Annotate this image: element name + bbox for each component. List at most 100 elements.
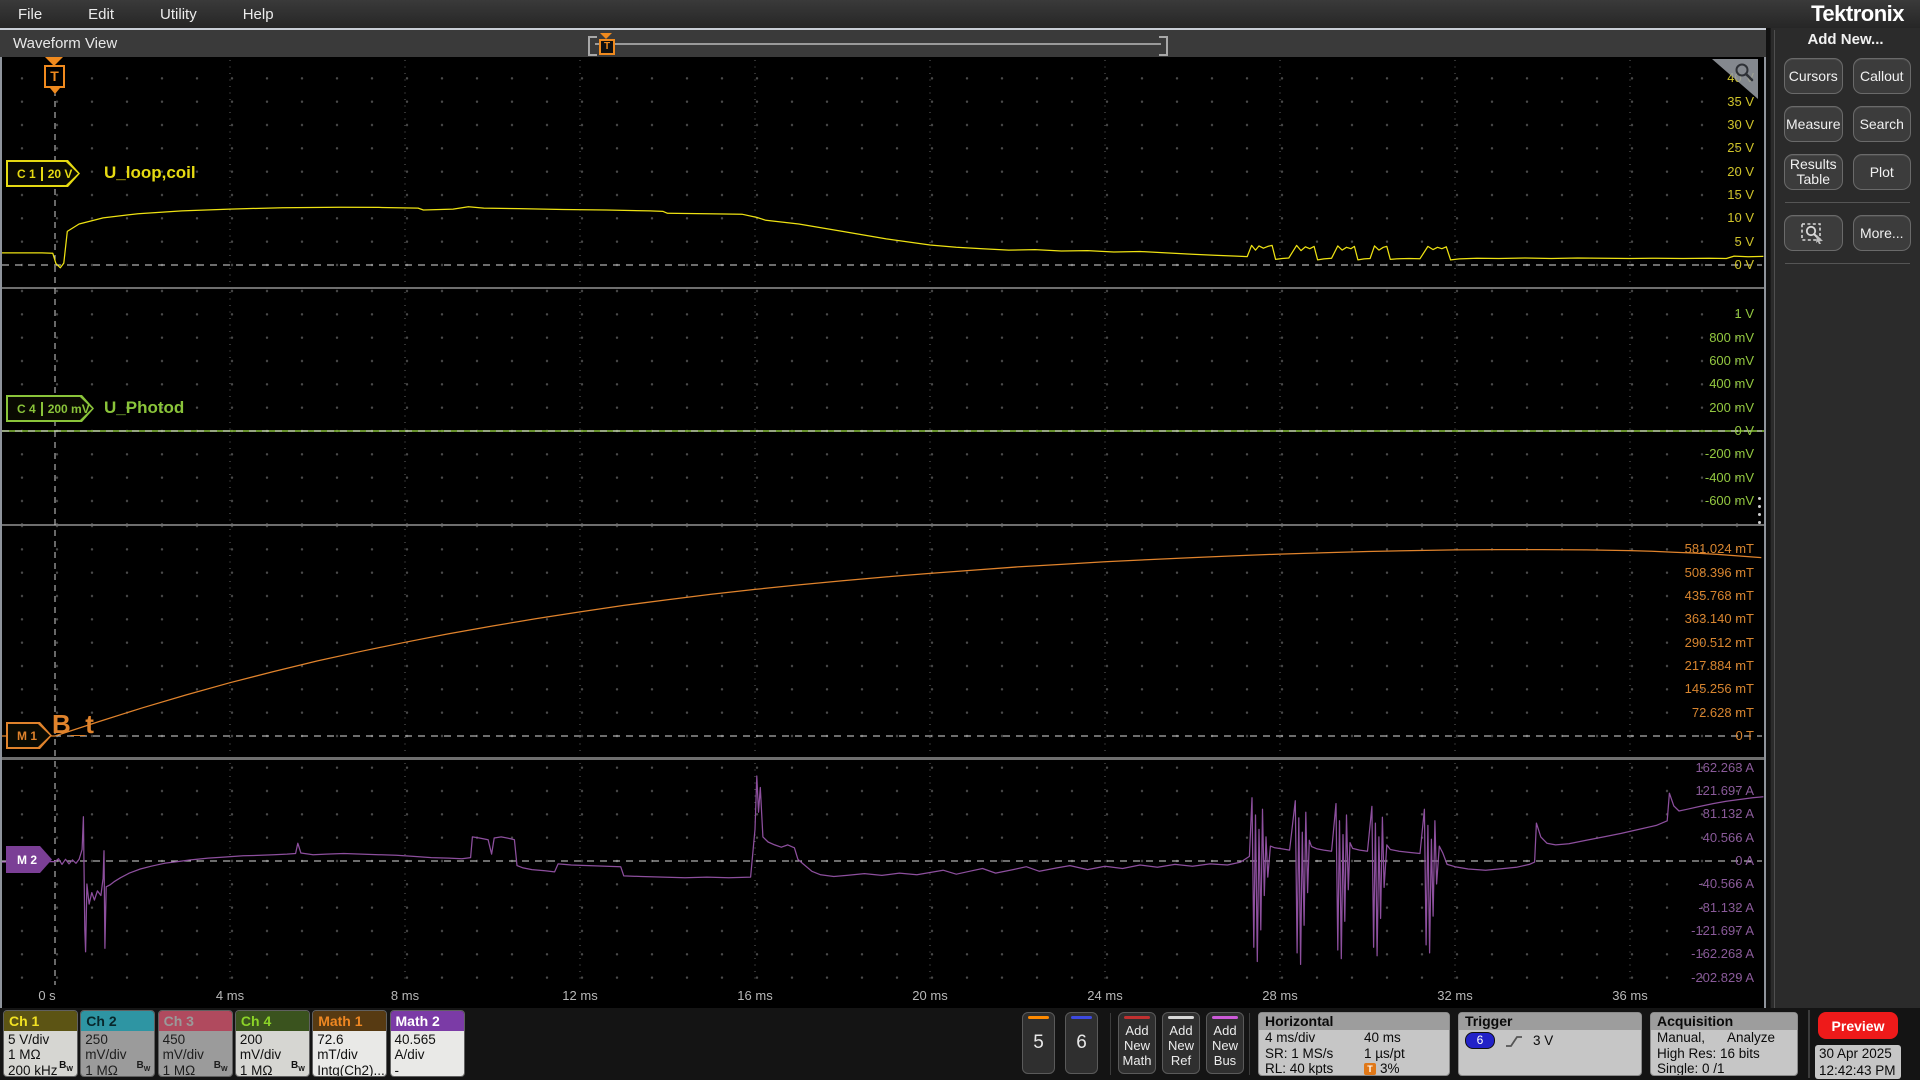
horizontal-panel-value: 1 µs/pt (1364, 1045, 1405, 1061)
time-tick-label: 4 ms (215, 988, 245, 1003)
scale-label-math1: 290.512 mT (1684, 634, 1754, 650)
channel-settings-ch3[interactable]: Ch 3450 mV/div1 MΩ200 kHzBW (157, 1010, 233, 1077)
bandwidth-icon: BW (59, 1059, 73, 1073)
menu-item-help[interactable]: Help (243, 6, 274, 23)
add-new-ref-button[interactable]: Add New Ref (1162, 1012, 1200, 1074)
channel-settings-ch4[interactable]: Ch 4200 mV/div1 MΩ200 kHzBW (234, 1010, 310, 1077)
channel-settings-ch1[interactable]: Ch 15 V/div 1 MΩ 200 kHz BW (3, 1010, 78, 1077)
channel-settings-ch2[interactable]: Ch 2250 mV/div1 MΩ200 kHzBW (80, 1010, 156, 1077)
menu-item-edit[interactable]: Edit (88, 6, 114, 23)
time-label: 12:42:43 PM (1819, 1062, 1896, 1078)
horizontal-panel-value: T 3% (1364, 1061, 1400, 1075)
trigger-t-icon: T (1364, 1062, 1376, 1075)
view-title: Waveform View (13, 35, 118, 52)
acquisition-panel-value: High Res: 16 bits (1657, 1045, 1760, 1061)
add-button-stripe (1212, 1016, 1238, 1019)
add-button-label: Add New Bus (1211, 1022, 1238, 1068)
acquisition-panel-row: Single: 0 /1 (1651, 1061, 1797, 1076)
bandwidth-icon: BW (136, 1059, 151, 1073)
add-new-math-button[interactable]: Add New Math (1118, 1012, 1156, 1074)
channel-setting-line: 5 V/div (8, 1032, 50, 1047)
sidebar-button-measure[interactable]: Measure (1784, 106, 1843, 142)
time-tick-label: 8 ms (390, 988, 420, 1003)
badge-cell: M 1 (17, 728, 38, 743)
scale-label-math1: 508.396 mT (1684, 564, 1754, 580)
waveform-view-titlebar: Waveform View T (0, 28, 1766, 57)
channel-button-5[interactable]: 5 (1022, 1012, 1055, 1074)
rising-edge-icon (1506, 1035, 1522, 1047)
trigger-panel[interactable]: Trigger 6 3 V (1458, 1012, 1642, 1076)
trace-m1 (0, 548, 1762, 737)
sidebar-button-search[interactable]: Search (1852, 106, 1911, 142)
scale-label-math2: -121.697 A (1691, 922, 1754, 938)
horizontal-panel-row: RL: 40 kpts T 3% (1259, 1061, 1449, 1076)
scale-label-math2: 40.566 A (1702, 829, 1754, 845)
scale-label-ch4: 800 mV (1709, 329, 1754, 345)
channel-settings-math2[interactable]: Math 240.565 A/div-Intg(Ch3... (389, 1010, 465, 1077)
scale-label-ch1: 35 V (1727, 93, 1754, 109)
scale-label-math1: 363.140 mT (1684, 611, 1754, 627)
add-new-bus-button[interactable]: Add New Bus (1206, 1012, 1244, 1074)
bottombar-separator (1808, 1010, 1810, 1078)
scale-label-ch1: 20 V (1727, 163, 1754, 179)
scale-label-math1: 581.024 mT (1684, 541, 1754, 557)
scale-label-math1: 0 T (1735, 728, 1754, 743)
horizontal-position-slider[interactable]: T (588, 33, 1168, 56)
menu-bar: File Edit Utility Help (0, 0, 1920, 28)
badge-cell: M 2 (17, 852, 38, 867)
scale-label-ch1: 25 V (1727, 140, 1754, 156)
scale-label-math1: 72.628 mT (1691, 704, 1754, 720)
menu-item-utility[interactable]: Utility (160, 6, 197, 23)
panel-resize-grip[interactable] (1758, 497, 1761, 524)
channel-badge-ch1[interactable]: C 1 20 V (6, 160, 80, 187)
bottombar-vline (1110, 1013, 1111, 1075)
preview-button[interactable]: Preview (1818, 1012, 1898, 1039)
channel-badge-math2[interactable]: M 2 (6, 846, 52, 873)
sidebar-button-plot[interactable]: Plot (1852, 154, 1911, 190)
channel-settings-header: Math 2 (390, 1011, 464, 1031)
scale-label-ch4: 0 V (1734, 423, 1754, 438)
channel-settings-body: 72.6 mT/div Intg(Ch2)... (313, 1031, 387, 1076)
bandwidth-icon: BW (213, 1059, 228, 1073)
plot-right-border (1764, 57, 1766, 1008)
channel-settings-body: 450 mV/div1 MΩ200 kHzBW (158, 1031, 232, 1076)
acquisition-panel[interactable]: Acquisition Manual, Analyze High Res: 16 bi… (1650, 1012, 1798, 1076)
waveform-plot-area[interactable]: T 40 V35 V30 V25 V20 V15 V10 V5 V0 V1 V8… (0, 57, 1766, 1008)
horizontal-panel-value: SR: 1 MS/s (1265, 1045, 1334, 1061)
channel-button-6[interactable]: 6 (1065, 1012, 1098, 1074)
more-button[interactable]: More... (1852, 215, 1911, 251)
scale-label-math1: 145.256 mT (1684, 681, 1754, 697)
channel-badge-math1[interactable]: M 1 (6, 722, 52, 749)
tektronix-logo: Tektronix (1811, 1, 1904, 26)
sidebar-button-results-table[interactable]: Results Table (1784, 154, 1843, 190)
badge-cell: 200 mV (40, 401, 95, 416)
trigger-marker-t-icon: T (44, 65, 65, 88)
badge-cell: C 4 (17, 401, 36, 416)
trigger-marker-tail-icon (50, 88, 60, 94)
channel-badge-ch4[interactable]: C 4 200 mV (6, 395, 94, 422)
horizontal-panel-title: Horizontal (1259, 1013, 1449, 1030)
horizontal-panel-value: RL: 40 kpts (1265, 1061, 1334, 1076)
time-tick-label: 24 ms (1087, 988, 1123, 1003)
horizontal-panel-row: SR: 1 MS/s 1 µs/pt (1259, 1046, 1449, 1062)
channel-settings-math1[interactable]: Math 1 72.6 mT/div Intg(Ch2)... (312, 1010, 388, 1077)
trigger-position-handle[interactable]: T (598, 33, 615, 55)
horizontal-panel-row: 4 ms/div 40 ms (1259, 1030, 1449, 1046)
channel-settings-header: Math 1 (313, 1011, 387, 1031)
horizontal-panel[interactable]: Horizontal 4 ms/div 40 ms SR: 1 MS/s 1 µs/pt… (1258, 1012, 1450, 1076)
sidebar-button-callout[interactable]: Callout (1852, 58, 1911, 94)
scale-label-math2: -202.829 A (1691, 969, 1754, 985)
scale-label-ch4: -400 mV (1704, 469, 1754, 485)
zoom-select-button[interactable] (1784, 215, 1843, 251)
trigger-source-row: 6 3 V (1465, 1032, 1553, 1049)
scale-label-ch1: 10 V (1727, 210, 1754, 226)
sidebar-button-cursors[interactable]: Cursors (1784, 58, 1843, 94)
scale-label-math2: 81.132 A (1702, 806, 1754, 822)
badge-cells: C 4 200 mV (6, 395, 94, 422)
channel-setting-line: 40.565 A/div (394, 1032, 436, 1063)
time-tick-label: 0 s (38, 988, 56, 1003)
menu-item-file[interactable]: File (18, 6, 42, 23)
acquisition-panel-value: Single: 0 /1 (1657, 1061, 1725, 1076)
badge-cells: C 1 20 V (6, 160, 80, 187)
sidebar-divider-line (1774, 30, 1775, 1008)
